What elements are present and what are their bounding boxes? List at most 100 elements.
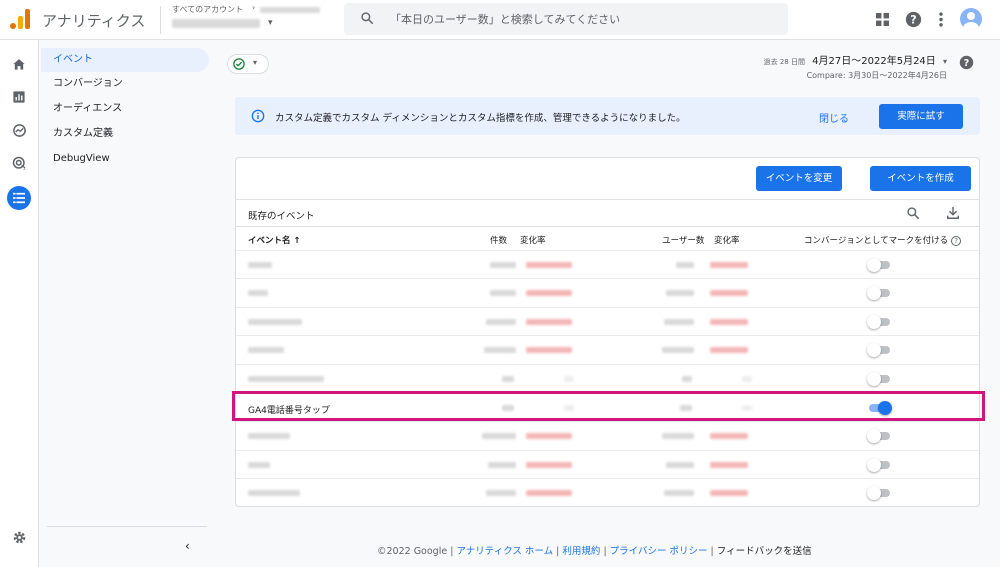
app-title: アナリティクス: [42, 12, 146, 30]
redacted-count-change: [526, 262, 572, 268]
column-header-count[interactable]: 件数: [490, 234, 507, 246]
status-chip[interactable]: ▾: [227, 54, 269, 74]
settings-gear-icon[interactable]: [9, 527, 29, 547]
redacted-account-name: [259, 6, 320, 13]
redacted-users: [682, 376, 692, 382]
redacted-users: [680, 405, 692, 411]
footer-copyright: ©2022 Google: [377, 546, 448, 557]
help-icon[interactable]: ?: [951, 235, 962, 246]
conversion-toggle[interactable]: [867, 258, 892, 272]
redacted-event-name: [248, 262, 272, 268]
redacted-count: [486, 319, 516, 325]
table-row-ga4-phone-tap[interactable]: GA4電話番号タップ: [236, 393, 979, 421]
redacted-users: [664, 490, 694, 496]
redacted-event-name: [248, 347, 284, 353]
banner-close-button[interactable]: 閉じる: [819, 110, 849, 125]
info-banner: カスタム定義でカスタム ディメンションとカスタム指標を作成、管理できるようになり…: [235, 97, 980, 135]
redacted-count: [502, 376, 514, 382]
column-header-users-change[interactable]: 変化率: [714, 234, 740, 246]
configure-icon[interactable]: [7, 186, 31, 210]
redacted-users: [664, 319, 694, 325]
info-icon: [251, 109, 265, 123]
date-range-picker[interactable]: 過去 28 日間 4月27日〜2022年5月24日 ▾ Compare: 3月3…: [764, 52, 947, 81]
redacted-users-change: [710, 319, 748, 325]
account-picker[interactable]: すべてのアカウント: [172, 4, 320, 15]
column-header-count-change[interactable]: 変化率: [520, 234, 546, 246]
footer-link-analytics-home[interactable]: アナリティクス ホーム: [456, 546, 553, 557]
events-card: イベントを変更 イベントを作成 既存のイベント イベント名 ↑ 件数 変化率 ユ…: [235, 157, 980, 507]
conversion-toggle[interactable]: [867, 286, 892, 300]
column-header-event-name[interactable]: イベント名 ↑: [248, 234, 301, 246]
explore-icon[interactable]: [9, 120, 29, 140]
conversion-toggle[interactable]: [867, 458, 892, 472]
table-row[interactable]: [236, 278, 979, 306]
conversion-toggle[interactable]: [867, 429, 892, 443]
redacted-users-change: [742, 376, 752, 382]
table-row[interactable]: [236, 421, 979, 449]
banner-try-button[interactable]: 実際に試す: [879, 104, 963, 129]
table-subtitle: 既存のイベント: [248, 211, 315, 222]
redacted-event-name: [248, 290, 268, 296]
help-icon[interactable]: ?: [905, 11, 922, 28]
analytics-logo-icon[interactable]: [10, 9, 32, 29]
table-row[interactable]: [236, 450, 979, 478]
redacted-count: [488, 462, 516, 468]
conversion-toggle-on[interactable]: [867, 401, 892, 415]
redacted-count: [484, 347, 516, 353]
conversion-toggle[interactable]: [867, 486, 892, 500]
redacted-users: [676, 262, 694, 268]
avatar[interactable]: [960, 8, 982, 30]
nav-item-debugview[interactable]: DebugView: [41, 147, 209, 171]
redacted-users-change: [710, 347, 748, 353]
redacted-count-change: [526, 433, 572, 439]
create-event-button[interactable]: イベントを作成: [870, 166, 971, 191]
footer: ©2022 Google | アナリティクス ホーム | 利用規約 | プライバ…: [377, 546, 812, 557]
conversion-toggle[interactable]: [867, 343, 892, 357]
redacted-event-name: [248, 376, 324, 382]
footer-link-privacy[interactable]: プライバシー ポリシー: [610, 546, 708, 557]
svg-text:?: ?: [964, 58, 970, 69]
search-bar[interactable]: [344, 3, 788, 35]
caret-down-icon[interactable]: ▾: [268, 18, 273, 28]
search-icon[interactable]: [906, 206, 920, 220]
conversion-toggle[interactable]: [867, 372, 892, 386]
more-vert-icon[interactable]: [938, 12, 944, 27]
redacted-users-change: [710, 433, 748, 439]
redacted-users-change: [710, 490, 748, 496]
caret-down-icon: ▾: [253, 58, 258, 67]
property-picker[interactable]: [172, 18, 260, 29]
footer-feedback[interactable]: フィードバックを送信: [717, 546, 812, 557]
table-row[interactable]: [236, 307, 979, 335]
nav-item-audiences[interactable]: オーディエンス: [41, 97, 209, 121]
date-range-prefix: 過去 28 日間: [763, 58, 805, 66]
conversion-toggle[interactable]: [867, 315, 892, 329]
conversion-header-label: コンバージョンとしてマークを付ける: [804, 236, 949, 246]
top-bar: アナリティクス すべてのアカウント › ▾ ?: [0, 0, 1000, 40]
redacted-event-name: [248, 462, 270, 468]
download-icon[interactable]: [946, 206, 960, 220]
home-icon[interactable]: [9, 54, 29, 74]
configure-nav: イベント コンバージョン オーディエンス カスタム定義 DebugView ‹: [39, 40, 217, 567]
advertising-icon[interactable]: [9, 153, 29, 173]
page-help-icon[interactable]: ?: [959, 55, 974, 70]
redacted-event-name: [248, 433, 290, 439]
nav-item-conversions[interactable]: コンバージョン: [41, 72, 209, 96]
table-row[interactable]: [236, 478, 979, 506]
modify-event-button[interactable]: イベントを変更: [756, 166, 842, 191]
reports-icon[interactable]: [9, 87, 29, 107]
collapse-nav-icon[interactable]: ‹: [185, 539, 190, 553]
check-circle-icon: [233, 58, 245, 70]
nav-item-events[interactable]: イベント: [41, 48, 209, 72]
redacted-count: [490, 262, 516, 268]
nav-divider: [47, 526, 207, 527]
column-header-users[interactable]: ユーザー数: [662, 234, 704, 246]
footer-link-terms[interactable]: 利用規約: [562, 546, 600, 557]
apps-grid-icon[interactable]: [876, 13, 889, 26]
search-input[interactable]: [390, 10, 770, 28]
nav-item-custom-definitions[interactable]: カスタム定義: [41, 122, 209, 146]
table-row[interactable]: [236, 364, 979, 392]
redacted-count-change: [526, 462, 572, 468]
redacted-users: [666, 462, 694, 468]
table-row[interactable]: [236, 250, 979, 278]
table-row[interactable]: [236, 335, 979, 363]
